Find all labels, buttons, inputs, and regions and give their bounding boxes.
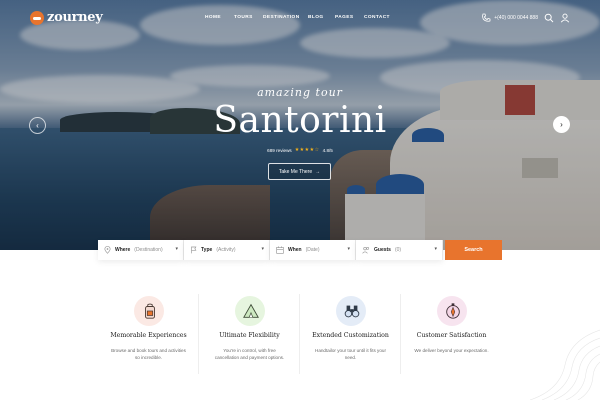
feature-title: Customer Satisfaction [416, 332, 487, 339]
search-button[interactable]: Search [445, 240, 502, 260]
logo-text: zourney [47, 10, 103, 25]
phone-link[interactable]: +(40) 000 0044 888 [481, 13, 538, 23]
type-label: Type [201, 247, 213, 253]
guests-label: Guests [374, 247, 391, 253]
rating-value: 4.8/5 [322, 147, 333, 153]
feature-card: Extended Customization Handtailor your t… [300, 294, 401, 374]
feature-title: Extended Customization [312, 332, 389, 339]
binoculars-icon [344, 305, 360, 318]
feature-icon-bg [437, 296, 467, 326]
feature-desc: Handtailor your tour until it fits your … [315, 348, 386, 360]
when-placeholder: (Date) [305, 247, 320, 253]
arrow-right-icon: → [315, 168, 321, 175]
features-section: Memorable Experiences Browse and book to… [98, 294, 502, 374]
feature-card: Ultimate Flexibility You're in control, … [199, 294, 300, 374]
chevron-down-icon: ▾ [261, 246, 264, 252]
where-field[interactable]: Where (Destination) ▾ [98, 240, 184, 260]
chevron-down-icon: ▾ [347, 246, 350, 252]
cta-label: Take Me There [278, 168, 313, 175]
chevron-down-icon: ▾ [175, 246, 178, 252]
nav-item-blog[interactable]: BLOG [308, 15, 335, 20]
flag-icon [191, 246, 197, 254]
chevron-down-icon: ▾ [434, 246, 437, 252]
phone-icon [482, 13, 491, 22]
when-label: When [288, 247, 302, 253]
chevron-left-icon: ‹ [36, 121, 39, 130]
logo-mark-icon [30, 10, 44, 25]
search-bar: Where (Destination) ▾ Type (Activity) ▾ … [98, 240, 502, 260]
search-icon[interactable] [544, 13, 554, 23]
reviews-count: 689 reviews [267, 147, 292, 153]
feature-desc: You're in control, with free cancellatio… [214, 348, 285, 360]
nav-item-contact[interactable]: CONTACT [364, 15, 394, 20]
feature-card: Customer Satisfaction We deliver beyond … [401, 294, 502, 374]
hero-title: Santorini [213, 100, 387, 141]
feature-title: Ultimate Flexibility [219, 332, 280, 339]
slider-prev-button[interactable]: ‹ [29, 117, 46, 134]
hero-rating: 689 reviews ★★★★☆ 4.8/5 [0, 147, 600, 153]
backpack-icon [145, 303, 155, 319]
nav-item-destination[interactable]: DESTINATION [263, 15, 308, 20]
nav-item-home[interactable]: HOME [205, 15, 234, 20]
where-label: Where [115, 247, 131, 253]
when-field[interactable]: When (Date) ▾ [270, 240, 356, 260]
feature-icon-bg [235, 296, 265, 326]
feature-desc: Browse and book tours and activities so … [111, 348, 186, 360]
hero-subtitle: amazing tour [257, 86, 343, 99]
tent-icon [243, 303, 259, 318]
type-placeholder: (Activity) [216, 247, 236, 253]
users-icon [362, 247, 370, 254]
top-nav: zourney HOME TOURS DESTINATION BLOG PAGE… [0, 0, 600, 38]
compass-icon [446, 303, 460, 319]
logo[interactable]: zourney [30, 10, 103, 25]
main-menu: HOME TOURS DESTINATION BLOG PAGES CONTAC… [205, 15, 394, 20]
type-field[interactable]: Type (Activity) ▾ [184, 240, 270, 260]
feature-icon-bg [134, 296, 164, 326]
star-rating-icon: ★★★★☆ [294, 147, 320, 153]
pin-icon [104, 246, 111, 254]
nav-item-tours[interactable]: TOURS [234, 15, 263, 20]
chevron-right-icon: › [560, 120, 563, 129]
feature-title: Memorable Experiences [110, 332, 187, 339]
feature-icon-bg [336, 296, 366, 326]
slider-next-button[interactable]: › [553, 116, 570, 133]
feature-card: Memorable Experiences Browse and book to… [98, 294, 199, 374]
guests-placeholder: (0) [394, 247, 402, 253]
nav-item-pages[interactable]: PAGES [335, 15, 364, 20]
feature-desc: We deliver beyond your expectation. [414, 348, 489, 353]
phone-number: +(40) 000 0044 888 [494, 15, 538, 21]
where-placeholder: (Destination) [134, 247, 163, 253]
calendar-icon [276, 246, 284, 254]
nav-right: +(40) 000 0044 888 [481, 13, 570, 23]
topographic-decoration [529, 329, 600, 400]
take-me-there-button[interactable]: Take Me There → [268, 163, 331, 180]
user-icon[interactable] [560, 13, 570, 23]
guests-field[interactable]: Guests (0) ▾ [356, 240, 443, 260]
